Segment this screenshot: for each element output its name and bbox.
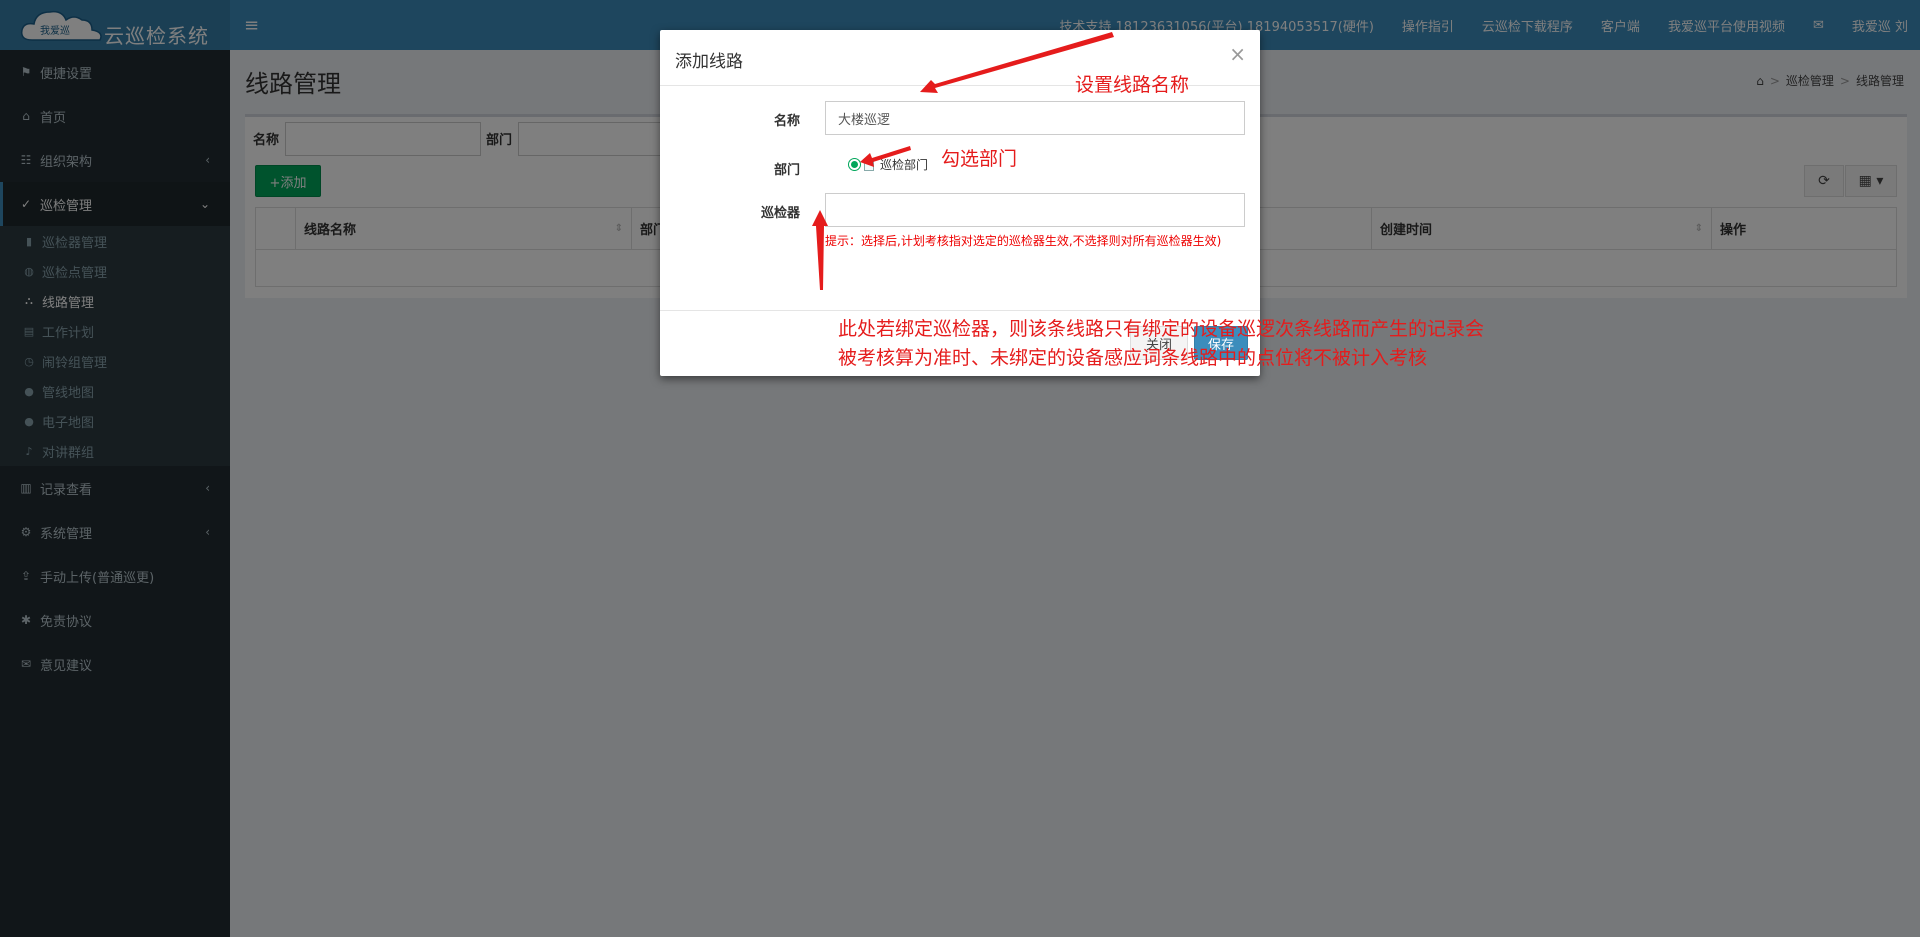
close-icon[interactable]: × [1229, 42, 1246, 66]
dept-option-label: 巡检部门 [880, 158, 929, 172]
name-label: 名称 [773, 114, 800, 129]
device-hint: 提示：选择后,计划考核指对选定的巡检器生效,不选择则对所有巡检器生效) [825, 234, 1222, 248]
modal-title: 添加线路 [675, 52, 743, 72]
document-icon [864, 158, 874, 171]
device-input[interactable] [825, 193, 1245, 227]
route-name-input[interactable]: 大楼巡逻 [825, 101, 1245, 135]
dept-label: 部门 [773, 163, 800, 178]
annotation-set-name: 设置线路名称 [1075, 74, 1190, 96]
device-label: 巡检器 [760, 206, 800, 221]
annotation-note: 此处若绑定巡检器，则该条线路只有绑定的设备巡逻次条线路而产生的记录会被考核算为准… [838, 318, 1485, 369]
dept-radio[interactable] [848, 158, 861, 171]
annotation-check-dept: 勾选部门 [941, 148, 1018, 170]
dept-option[interactable]: 巡检部门 [848, 156, 928, 173]
modal-footer-divider [660, 310, 1260, 311]
